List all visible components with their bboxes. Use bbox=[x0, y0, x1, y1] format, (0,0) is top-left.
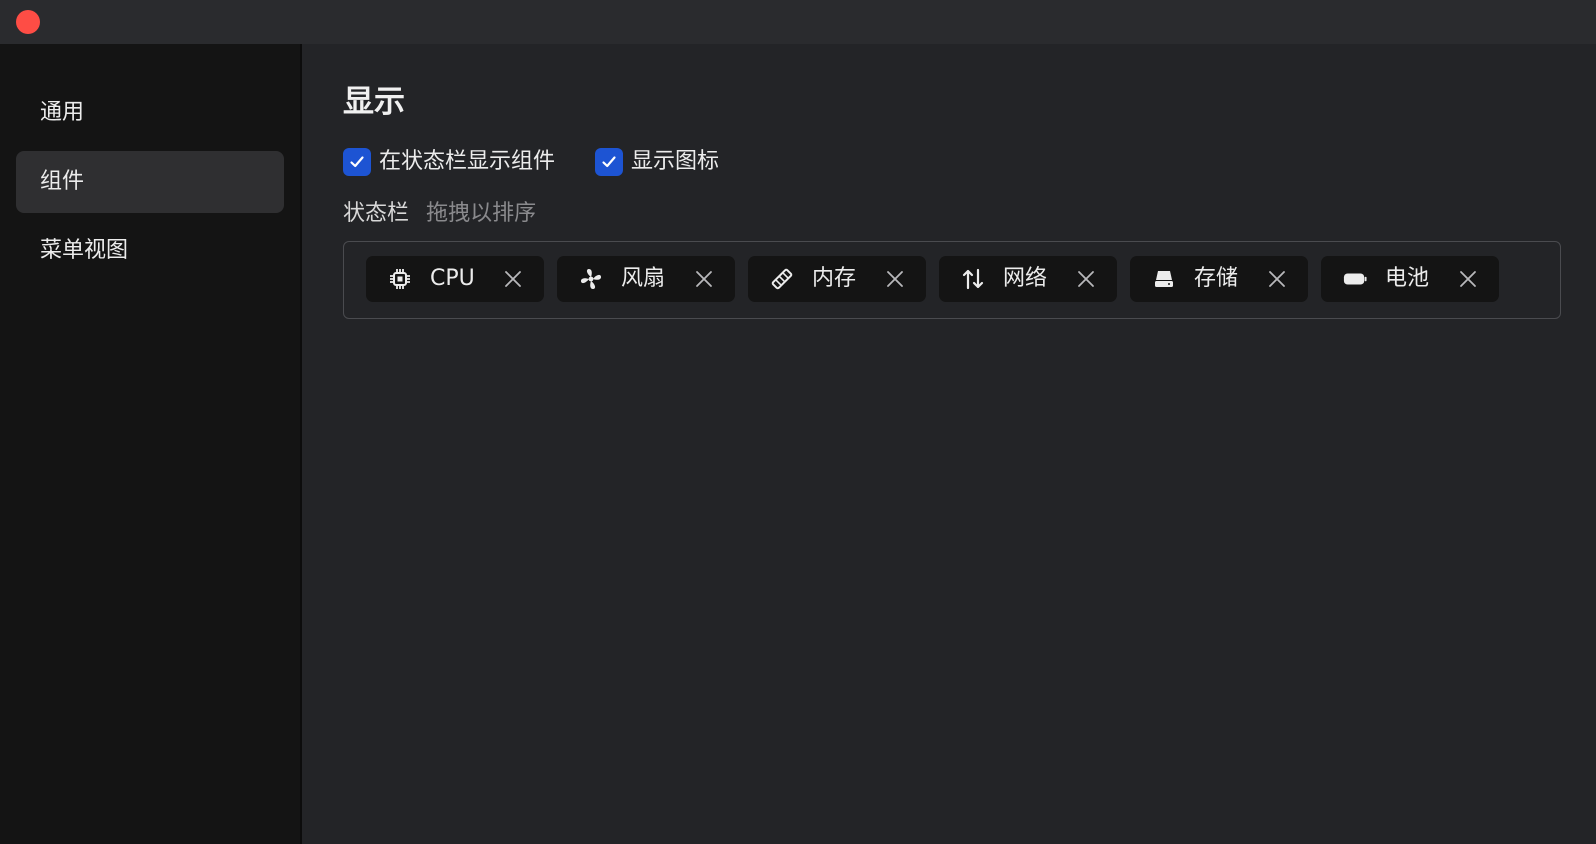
show-widgets-checkbox[interactable] bbox=[343, 148, 371, 176]
show-widgets-label: 在状态栏显示组件 bbox=[379, 149, 556, 174]
widget-chip-battery[interactable]: 电池 bbox=[1321, 256, 1499, 302]
widget-label: 内存 bbox=[812, 266, 857, 291]
remove-widget-button[interactable] bbox=[502, 268, 524, 290]
sidebar-item-widgets[interactable]: 组件 bbox=[16, 151, 284, 213]
show-icons-checkbox[interactable] bbox=[595, 148, 623, 176]
close-icon bbox=[1460, 271, 1476, 287]
remove-widget-button[interactable] bbox=[1075, 268, 1097, 290]
close-icon bbox=[1269, 271, 1285, 287]
widget-chip-fan[interactable]: 风扇 bbox=[557, 256, 735, 302]
fan-icon bbox=[579, 267, 603, 291]
checkmark-icon bbox=[602, 156, 616, 168]
status-bar-heading: 状态栏 拖拽以排序 bbox=[343, 199, 536, 230]
widget-label: CPU bbox=[430, 266, 475, 291]
widget-chip-memory[interactable]: 内存 bbox=[748, 256, 926, 302]
cpu-icon bbox=[388, 267, 412, 291]
section-title: 显示 bbox=[343, 84, 405, 120]
widget-chip-network[interactable]: 网络 bbox=[939, 256, 1117, 302]
close-icon bbox=[696, 271, 712, 287]
checkmark-icon bbox=[350, 156, 364, 168]
drag-to-sort-hint: 拖拽以排序 bbox=[426, 201, 537, 226]
memory-icon bbox=[770, 267, 794, 291]
close-icon bbox=[1078, 271, 1094, 287]
status-bar-title: 状态栏 bbox=[343, 201, 410, 226]
show-icons-label: 显示图标 bbox=[631, 149, 720, 174]
widget-label: 电池 bbox=[1385, 266, 1430, 291]
widget-chip-storage[interactable]: 存储 bbox=[1130, 256, 1308, 302]
sidebar-item-menu-view[interactable]: 菜单视图 bbox=[16, 220, 284, 282]
remove-widget-button[interactable] bbox=[1457, 268, 1479, 290]
remove-widget-button[interactable] bbox=[884, 268, 906, 290]
title-bar bbox=[0, 0, 1596, 44]
settings-window: 通用 组件 菜单视图 显示 在状态栏显示组件 显示图标 状态栏 拖拽以排序 CP… bbox=[0, 0, 1596, 844]
widget-label: 存储 bbox=[1194, 266, 1239, 291]
main-content: 显示 在状态栏显示组件 显示图标 状态栏 拖拽以排序 CPU 风扇 内存 网络 … bbox=[302, 44, 1596, 844]
show-icons-option[interactable]: 显示图标 bbox=[595, 147, 719, 177]
close-icon bbox=[887, 271, 903, 287]
sidebar-item-general[interactable]: 通用 bbox=[16, 82, 284, 144]
remove-widget-button[interactable] bbox=[1266, 268, 1288, 290]
sidebar: 通用 组件 菜单视图 bbox=[0, 44, 302, 844]
close-window-button[interactable] bbox=[16, 10, 40, 34]
remove-widget-button[interactable] bbox=[693, 268, 715, 290]
network-arrows-icon bbox=[961, 267, 985, 291]
status-bar-widget-list[interactable]: CPU 风扇 内存 网络 存储 电池 bbox=[343, 241, 1561, 319]
battery-icon bbox=[1343, 267, 1367, 291]
close-icon bbox=[505, 271, 521, 287]
storage-drive-icon bbox=[1152, 267, 1176, 291]
show-widgets-in-statusbar-option[interactable]: 在状态栏显示组件 bbox=[343, 147, 555, 177]
widget-chip-cpu[interactable]: CPU bbox=[366, 256, 544, 302]
widget-label: 网络 bbox=[1003, 266, 1048, 291]
widget-label: 风扇 bbox=[621, 266, 666, 291]
